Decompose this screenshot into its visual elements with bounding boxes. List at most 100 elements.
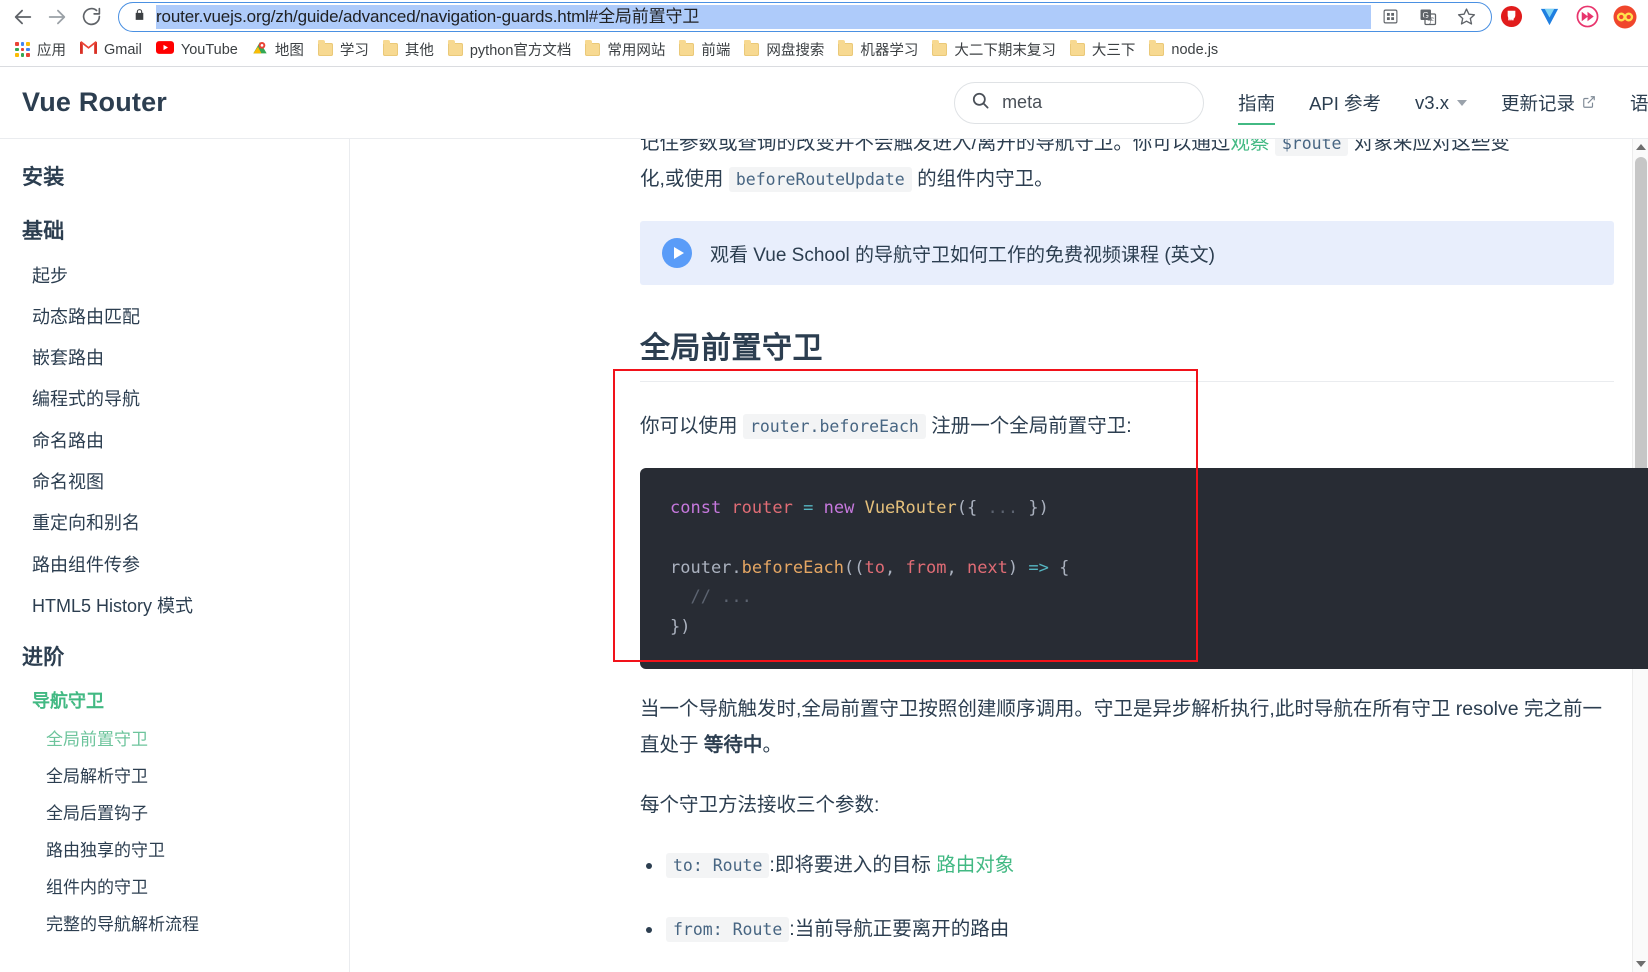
fast-forward-icon[interactable] xyxy=(1568,2,1606,32)
bookmark-folder-machine-learning[interactable]: 机器学习 xyxy=(831,37,925,63)
sidebar-item-navigation-guards[interactable]: 导航守卫 xyxy=(0,681,349,722)
download-manager-icon[interactable] xyxy=(1530,2,1568,32)
bookmark-label: YouTube xyxy=(181,42,238,58)
sidebar-subitem-in-component-guards[interactable]: 组件内的守卫 xyxy=(0,870,349,907)
bookmark-folder-common-sites[interactable]: 常用网站 xyxy=(578,37,672,63)
inline-code-before-each: router.beforeEach xyxy=(743,414,926,439)
nav-label: 指南 xyxy=(1238,90,1275,116)
sidebar-item-redirect-alias[interactable]: 重定向和别名 xyxy=(0,503,349,544)
bookmark-youtube[interactable]: YouTube xyxy=(149,37,245,63)
code-block: js const router = new VueRouter({ ... })… xyxy=(640,468,1648,669)
bookmark-folder-nodejs[interactable]: node.js xyxy=(1142,37,1225,63)
bookmark-folder-y3-spring[interactable]: 大三下 xyxy=(1063,37,1143,63)
section-heading-global-before-guards: 全局前置守卫 xyxy=(640,323,1614,382)
nav-link-guide[interactable]: 指南 xyxy=(1238,90,1275,116)
sidebar-group-basics[interactable]: 基础 xyxy=(0,201,349,255)
bookmark-folder-python-docs[interactable]: python官方文档 xyxy=(441,37,579,63)
bookmark-label: 其他 xyxy=(405,39,434,60)
nav-label: 更新记录 xyxy=(1501,90,1575,116)
main-content: 记住参数或查询的改变并不会触发进入/离开的导航守卫。你可以通过观察 $route… xyxy=(350,139,1648,972)
bookmark-folder-qita[interactable]: 其他 xyxy=(376,37,441,63)
folder-icon xyxy=(679,43,694,56)
sidebar-subitem-global-resolve-guards[interactable]: 全局解析守卫 xyxy=(0,759,349,796)
text-emphasis-waiting: 等待中 xyxy=(704,734,763,756)
omnibox-icon-group: G字 xyxy=(1371,2,1485,32)
text-part: 对象来应对这些变 xyxy=(1354,139,1510,154)
bookmark-gmail[interactable]: Gmail xyxy=(73,37,149,63)
sidebar-group-install[interactable]: 安装 xyxy=(0,147,349,201)
link-observe[interactable]: 观察 xyxy=(1230,139,1269,154)
bookmark-label: Gmail xyxy=(104,42,142,58)
bookmark-label: 前端 xyxy=(701,39,730,60)
inline-code-to-route: to: Route xyxy=(666,853,769,878)
chevron-down-icon xyxy=(1457,100,1467,106)
address-bar[interactable]: router.vuejs.org/zh/guide/advanced/navig… xyxy=(118,2,1492,32)
sidebar-item-getting-started[interactable]: 起步 xyxy=(0,255,349,296)
adblock-stop-icon[interactable] xyxy=(1492,2,1530,32)
search-value: meta xyxy=(1002,92,1042,113)
sidebar-item-history-mode[interactable]: HTML5 History 模式 xyxy=(0,585,349,626)
bookmark-apps[interactable]: 应用 xyxy=(8,37,73,63)
sidebar-group-advanced[interactable]: 进阶 xyxy=(0,627,349,681)
sidebar-nav: 安装 基础 起步 动态路由匹配 嵌套路由 编程式的导航 命名路由 命名视图 重定… xyxy=(0,139,350,972)
content-inner: 记住参数或查询的改变并不会触发进入/离开的导航守卫。你可以通过观察 $route… xyxy=(350,139,1648,972)
sidebar-item-nested-routes[interactable]: 嵌套路由 xyxy=(0,338,349,379)
paragraph-after-code: 当一个导航触发时,全局前置守卫按照创建顺序调用。守卫是异步解析执行,此时导航在所… xyxy=(640,691,1614,763)
site-header: Vue Router meta 指南 API 参考 v3.x 更新记录 语 xyxy=(0,67,1648,139)
bookmark-maps[interactable]: 地图 xyxy=(245,37,311,63)
search-input[interactable]: meta xyxy=(954,82,1204,124)
header-right-group: meta 指南 API 参考 v3.x 更新记录 语 xyxy=(954,82,1648,124)
play-button-icon xyxy=(662,238,692,268)
inline-code-from-route: from: Route xyxy=(666,917,789,942)
sidebar-item-programmatic-navigation[interactable]: 编程式的导航 xyxy=(0,379,349,420)
nav-link-language[interactable]: 语 xyxy=(1630,90,1648,116)
nav-link-api[interactable]: API 参考 xyxy=(1309,90,1381,116)
text-part: 的组件内守卫。 xyxy=(917,168,1054,190)
extension-icon-group xyxy=(1492,2,1648,32)
omnibox-row: router.vuejs.org/zh/guide/advanced/navig… xyxy=(0,0,1648,33)
bookmark-label: 常用网站 xyxy=(607,39,665,60)
translate-icon[interactable]: G字 xyxy=(1409,2,1447,32)
nav-label: 语 xyxy=(1630,90,1648,116)
sidebar-subitem-global-after-hooks[interactable]: 全局后置钩子 xyxy=(0,796,349,833)
back-arrow-icon[interactable] xyxy=(6,2,40,32)
sidebar-subitem-global-before-guards[interactable]: 全局前置守卫 xyxy=(0,722,349,759)
paragraph-route-params-note: 记住参数或查询的改变并不会触发进入/离开的导航守卫。你可以通过观察 $route… xyxy=(640,139,1614,197)
inline-code-before-route-update: beforeRouteUpdate xyxy=(729,167,912,192)
url-text: router.vuejs.org/zh/guide/advanced/navig… xyxy=(156,5,1371,29)
forward-arrow-icon[interactable] xyxy=(40,2,74,32)
bookmark-folder-frontend[interactable]: 前端 xyxy=(672,37,737,63)
paragraph-params-intro: 每个守卫方法接收三个参数: xyxy=(640,787,1614,823)
search-icon xyxy=(971,91,990,115)
sidebar-subitem-per-route-guards[interactable]: 路由独享的守卫 xyxy=(0,833,349,870)
link-route-object[interactable]: 路由对象 xyxy=(936,854,1014,876)
sidebar-item-named-views[interactable]: 命名视图 xyxy=(0,461,349,502)
external-link-icon xyxy=(1582,92,1596,114)
bookmark-label: 大二下期末复习 xyxy=(954,39,1056,60)
text-part: 注册一个全局前置守卫: xyxy=(931,415,1131,437)
nav-link-version[interactable]: v3.x xyxy=(1415,92,1467,114)
sidebar-subitem-full-resolution-flow[interactable]: 完整的导航解析流程 xyxy=(0,907,349,944)
reload-icon[interactable] xyxy=(74,2,108,32)
apps-grid-icon xyxy=(15,42,30,57)
browser-chrome: router.vuejs.org/zh/guide/advanced/navig… xyxy=(0,0,1648,66)
bookmark-folder-y2-final-review[interactable]: 大二下期末复习 xyxy=(925,37,1063,63)
bookmark-folder-netdisk-search[interactable]: 网盘搜索 xyxy=(737,37,831,63)
site-brand[interactable]: Vue Router xyxy=(22,87,167,118)
infinity-icon[interactable] xyxy=(1606,2,1644,32)
video-tip-banner[interactable]: 观看 Vue School 的导航守卫如何工作的免费视频课程 (英文) xyxy=(640,221,1614,285)
nav-label: v3.x xyxy=(1415,92,1449,114)
text-part: 记住参数或查询的改变并不会触发进入/离开的导航守卫。你可以通过 xyxy=(640,139,1230,154)
sidebar-item-route-props[interactable]: 路由组件传参 xyxy=(0,544,349,585)
bookmark-folder-xuexi[interactable]: 学习 xyxy=(311,37,376,63)
folder-icon xyxy=(383,43,398,56)
nav-link-changelog[interactable]: 更新记录 xyxy=(1501,90,1596,116)
site-nav: 指南 API 参考 v3.x 更新记录 语 xyxy=(1238,90,1648,116)
page-viewport: Vue Router meta 指南 API 参考 v3.x 更新记录 语 安装… xyxy=(0,67,1648,972)
bookmark-label: 应用 xyxy=(37,39,66,60)
sidebar-item-named-routes[interactable]: 命名路由 xyxy=(0,420,349,461)
sidebar-item-dynamic-matching[interactable]: 动态路由匹配 xyxy=(0,296,349,337)
qr-code-icon[interactable] xyxy=(1371,2,1409,32)
bookmark-star-icon[interactable] xyxy=(1447,2,1485,32)
inline-code-route: $route xyxy=(1275,139,1349,156)
